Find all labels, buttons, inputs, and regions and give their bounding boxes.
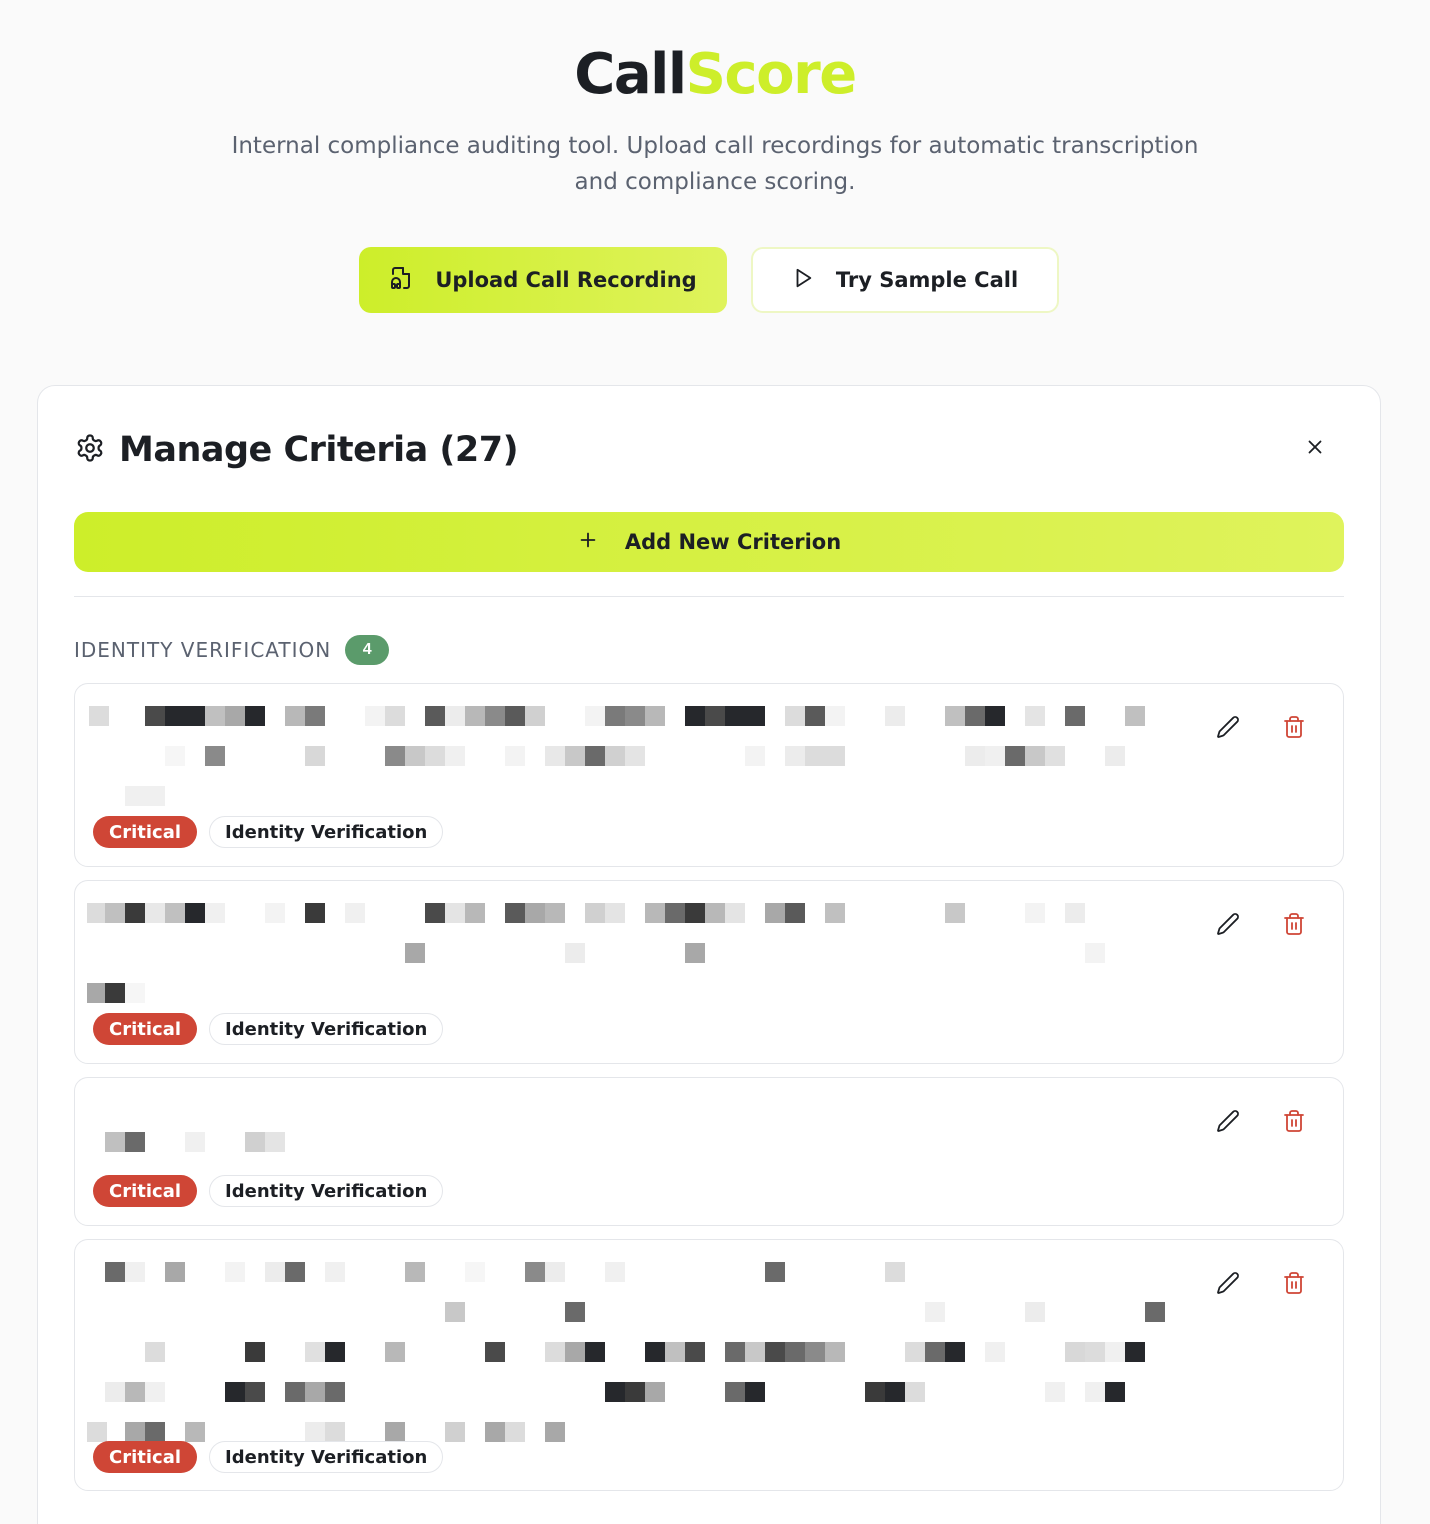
- category-tag: Identity Verification: [209, 1175, 444, 1207]
- delete-criterion-button[interactable]: [1281, 912, 1307, 941]
- trash-icon: [1282, 912, 1306, 941]
- plus-icon: [577, 529, 599, 556]
- try-sample-call-button[interactable]: Try Sample Call: [751, 247, 1059, 313]
- criterion-card: Critical Identity Verification: [74, 1077, 1344, 1226]
- upload-call-recording-button[interactable]: Upload Call Recording: [359, 247, 727, 313]
- delete-criterion-button[interactable]: [1281, 1271, 1307, 1300]
- trash-icon: [1282, 1271, 1306, 1300]
- severity-badge: Critical: [93, 1175, 198, 1207]
- edit-criterion-button[interactable]: [1215, 1109, 1241, 1138]
- criterion-card: Critical Identity Verification: [74, 880, 1344, 1064]
- criterion-text-redacted: [87, 1132, 1167, 1172]
- severity-badge: Critical: [93, 1013, 198, 1045]
- criterion-text-redacted: [87, 903, 1167, 1023]
- manage-criteria-panel: Manage Criteria (27) Add New Criterion I…: [37, 385, 1381, 1524]
- criterion-tags: Critical Identity Verification: [93, 816, 444, 848]
- pencil-icon: [1216, 715, 1240, 744]
- pencil-icon: [1216, 912, 1240, 941]
- criterion-card: Critical Identity Verification: [74, 1239, 1344, 1491]
- section-header: IDENTITY VERIFICATION 4: [74, 634, 390, 666]
- close-panel-button[interactable]: [1302, 436, 1328, 462]
- logo-text-score: Score: [685, 42, 858, 107]
- delete-criterion-button[interactable]: [1281, 715, 1307, 744]
- criterion-text-redacted: [87, 706, 1167, 826]
- sample-button-label: Try Sample Call: [835, 268, 1019, 292]
- severity-badge: Critical: [93, 816, 198, 848]
- trash-icon: [1282, 1109, 1306, 1138]
- section-title: IDENTITY VERIFICATION: [74, 638, 332, 662]
- edit-criterion-button[interactable]: [1215, 715, 1241, 744]
- delete-criterion-button[interactable]: [1281, 1109, 1307, 1138]
- gear-icon: [75, 433, 105, 468]
- severity-badge: Critical: [93, 1441, 198, 1473]
- category-tag: Identity Verification: [209, 1441, 444, 1473]
- category-tag: Identity Verification: [209, 816, 444, 848]
- close-icon: [1304, 436, 1326, 463]
- pencil-icon: [1216, 1109, 1240, 1138]
- pencil-icon: [1216, 1271, 1240, 1300]
- criterion-text-redacted: [87, 1262, 1167, 1462]
- trash-icon: [1282, 715, 1306, 744]
- criterion-tags: Critical Identity Verification: [93, 1441, 444, 1473]
- file-audio-icon: [389, 266, 413, 295]
- page-subtitle: Internal compliance auditing tool. Uploa…: [231, 133, 1199, 195]
- section-count-badge: 4: [345, 635, 390, 665]
- panel-title: Manage Criteria (27): [119, 430, 519, 470]
- edit-criterion-button[interactable]: [1215, 1271, 1241, 1300]
- play-icon: [792, 267, 814, 294]
- logo-text-call: Call: [574, 42, 687, 107]
- add-criterion-label: Add New Criterion: [624, 530, 842, 554]
- category-tag: Identity Verification: [209, 1013, 444, 1045]
- criterion-card: Critical Identity Verification: [74, 683, 1344, 867]
- app-logo: CallScore: [0, 42, 1430, 107]
- criterion-tags: Critical Identity Verification: [93, 1013, 444, 1045]
- criterion-tags: Critical Identity Verification: [93, 1175, 444, 1207]
- panel-header: Manage Criteria (27): [75, 428, 519, 472]
- upload-button-label: Upload Call Recording: [435, 268, 697, 292]
- edit-criterion-button[interactable]: [1215, 912, 1241, 941]
- add-new-criterion-button[interactable]: Add New Criterion: [74, 512, 1344, 572]
- divider: [74, 596, 1344, 597]
